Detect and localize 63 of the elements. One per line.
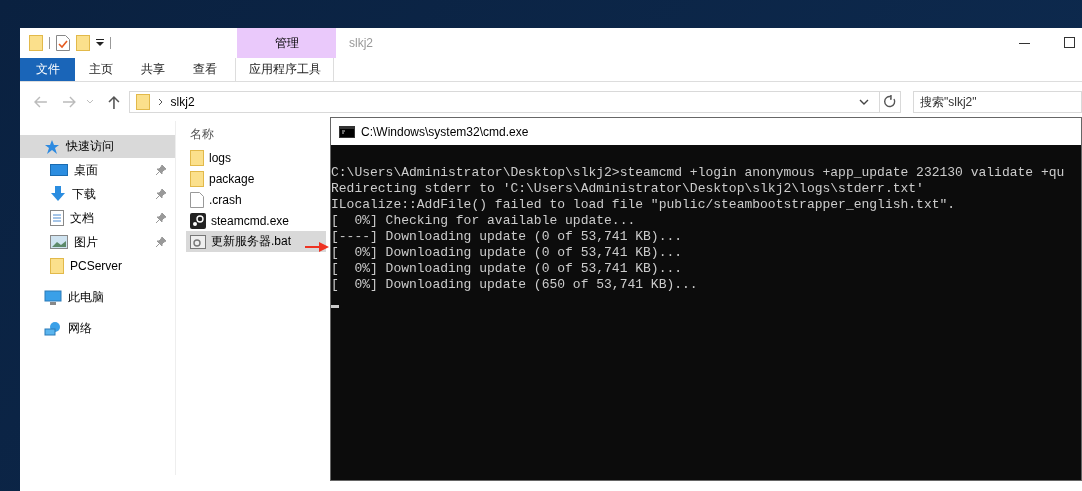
folder-icon <box>190 170 204 187</box>
download-arrow-icon <box>50 186 66 202</box>
maximize-icon[interactable] <box>1064 37 1076 49</box>
text-cursor <box>331 305 339 308</box>
console-line: [ 0%] Downloading update (650 of 53,741 KB)... <box>331 277 699 293</box>
console-line: Redirecting stderr to 'C:\Users\Administrator\Desktop\slkj2\logs\stderr.txt' <box>331 181 925 197</box>
monitor-icon <box>44 289 62 306</box>
sidebar-item[interactable]: PCServer <box>20 254 175 278</box>
ribbon-tab[interactable]: 查看 <box>179 58 231 81</box>
chevron-right-icon <box>157 98 163 106</box>
pin-icon[interactable] <box>155 188 167 200</box>
address-bar[interactable]: slkj2 <box>128 91 901 113</box>
ribbon-tab[interactable]: 共享 <box>127 58 179 81</box>
file-item[interactable]: package <box>186 168 326 189</box>
picture-icon <box>50 235 68 249</box>
console-icon <box>339 125 355 138</box>
search-field[interactable]: 搜索"slkj2" <box>913 91 1082 113</box>
file-icon <box>190 191 204 208</box>
ribbon-tab[interactable]: 主页 <box>75 58 127 81</box>
address-path: slkj2 <box>170 95 195 109</box>
folder-icon <box>50 258 64 274</box>
back-icon[interactable] <box>34 96 48 108</box>
context-tab-group-label: 管理 <box>237 28 336 58</box>
folder-icon[interactable] <box>29 35 43 51</box>
pointer-arrow-icon <box>305 242 329 252</box>
sidebar-item[interactable]: 快速访问 <box>20 135 175 158</box>
sidebar-item[interactable]: 文档 <box>20 206 175 230</box>
dropdown-icon[interactable] <box>96 39 104 47</box>
window-title: slkj2 <box>349 36 373 50</box>
console-line: [ 0%] Checking for available update... <box>331 213 637 229</box>
console-line: [ 0%] Downloading update (0 of 53,741 KB)... <box>331 261 684 277</box>
steam-logo-icon <box>190 212 206 229</box>
file-item[interactable]: logs <box>186 147 326 168</box>
sidebar-item[interactable]: 下载 <box>20 182 175 206</box>
document-icon <box>50 210 64 226</box>
file-item[interactable]: .crash <box>186 189 326 210</box>
console-line: [ 0%] Downloading update (0 of 53,741 KB)... <box>331 245 684 261</box>
folder-icon[interactable] <box>76 35 90 51</box>
sidebar-item[interactable]: 网络 <box>20 317 175 340</box>
console-line: ILocalize::AddFile() failed to load file "public/steambootstrapper_english.txt". <box>331 197 957 213</box>
checklist-icon[interactable] <box>56 35 70 51</box>
star-icon <box>44 138 60 155</box>
console-line: [----] Downloading update (0 of 53,741 KB)... <box>331 229 684 245</box>
up-icon[interactable] <box>107 95 120 109</box>
column-header[interactable]: 名称 <box>186 121 326 147</box>
pin-icon[interactable] <box>155 212 167 224</box>
sidebar-item[interactable]: 此电脑 <box>20 286 175 309</box>
sidebar-item[interactable]: 图片 <box>20 230 175 254</box>
gear-window-icon <box>190 234 206 249</box>
chevron-down-icon[interactable] <box>859 98 869 106</box>
sidebar-item[interactable]: 桌面 <box>20 158 175 182</box>
forward-icon[interactable] <box>61 96 76 108</box>
file-menu-button[interactable]: 文件 <box>20 58 75 81</box>
folder-icon <box>190 149 204 166</box>
desktop-icon <box>50 163 68 177</box>
network-icon <box>44 320 62 337</box>
file-item[interactable]: steamcmd.exe <box>186 210 326 231</box>
console-title: C:\Windows\system32\cmd.exe <box>361 124 529 139</box>
folder-icon <box>135 94 150 110</box>
file-item[interactable]: 更新服务器.bat <box>186 231 326 252</box>
console-line: C:\Users\Administrator\Desktop\slkj2>steamcmd +login anonymous +app_update 232130 validate +qu <box>331 165 1066 181</box>
pin-icon[interactable] <box>155 236 167 248</box>
pin-icon[interactable] <box>155 164 167 176</box>
